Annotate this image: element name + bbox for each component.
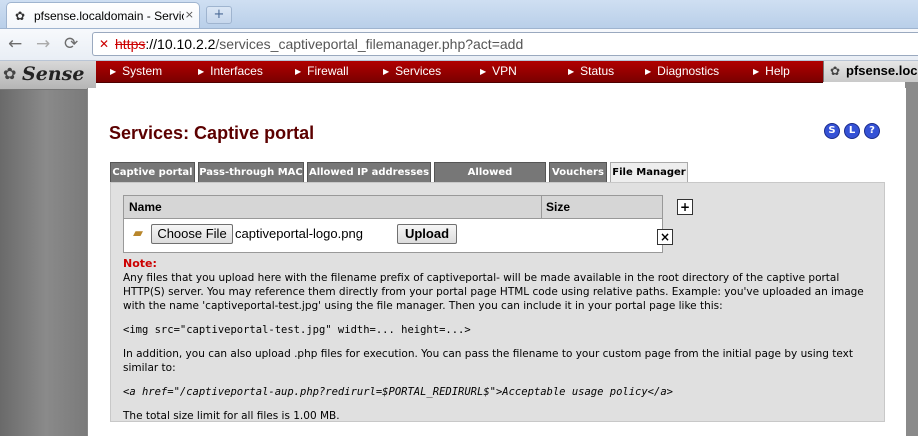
back-icon[interactable]: ← [8,34,22,54]
menu-arrow-icon: ▶ [383,67,390,76]
note-paragraph-1: Any files that you upload here with the … [123,272,864,312]
host-gear-icon: ✿ [830,64,841,78]
menu-interfaces[interactable]: ▶ Interfaces [198,64,263,78]
note-code-1: <img src="captiveportal-test.jpg" width=… [123,324,471,336]
menu-status[interactable]: ▶ Status [568,64,614,78]
address-url: https://10.10.2.2/services_captiveportal… [115,36,523,52]
table-header: Name Size [124,196,662,219]
browser-tabstrip: ✿ pfsense.localdomain - Services: Capt ×… [0,0,918,29]
header-divider [541,196,542,218]
menu-arrow-icon: ▶ [645,67,652,76]
menu-label: Help [765,64,790,78]
file-table: Name Size ▰ Choose File captiveportal-lo… [123,195,663,253]
url-host: ://10.10.2.2 [145,36,216,52]
folder-icon: ▰ [133,226,143,241]
note-code-2: <a href="/captiveportal-aup.php?redirurl… [123,386,673,398]
menu-services[interactable]: ▶ Services [383,64,441,78]
logo-text: Sense [22,63,85,85]
menu-label: Diagnostics [657,64,720,78]
new-tab-button[interactable]: + [206,6,232,24]
notes-section: Note: Any files that you upload here wit… [123,257,878,423]
menu-help[interactable]: ▶ Help [753,64,790,78]
webpage: ✿ Sense ▶ System ▶ Interfaces ▶ Firewall ▶ S… [0,61,918,436]
pfsense-gear-icon: ✿ [3,64,17,83]
tab-allowed-hostnames[interactable]: Allowed Hostnames [434,162,546,197]
pfsense-logo[interactable]: ✿ Sense [0,61,96,90]
log-shortcut-icon[interactable]: L [844,123,860,139]
page-background [905,61,918,436]
insecure-lock-icon[interactable]: ✕ [99,37,109,51]
menu-arrow-icon: ▶ [568,67,575,76]
url-path: /services_captiveportal_filemanager.php?… [215,36,524,52]
menu-label: Interfaces [210,64,263,78]
column-size-header: Size [546,200,571,214]
menu-label: Services [395,64,442,78]
menu-diagnostics[interactable]: ▶ Diagnostics [645,64,719,78]
browser-tab[interactable]: ✿ pfsense.localdomain - Services: Capt × [6,2,200,28]
menu-label: System [122,64,163,78]
hostname: pfsense.loc [846,63,918,78]
choose-file-button[interactable]: Choose File [151,224,233,244]
menu-arrow-icon: ▶ [198,67,205,76]
tab-allowed-ip-addresses[interactable]: Allowed IP addresses [307,162,431,182]
tab-vouchers[interactable]: Vouchers [549,162,607,182]
browser-toolbar: ← → ⟳ ✕ https://10.10.2.2/services_capti… [0,29,918,61]
tab-captive-portal[interactable]: Captive portal [110,162,195,182]
menu-label: Firewall [307,64,349,78]
menu-label: Status [580,64,615,78]
note-paragraph-3: The total size limit for all files is 1.… [123,410,340,422]
hostname-box: ✿ pfsense.loc [823,61,918,82]
note-paragraph-2: In addition, you can also upload .php fi… [123,348,853,374]
help-icons: S L? [824,123,884,139]
menu-arrow-icon: ▶ [110,67,117,76]
menu-label: VPN [492,64,517,78]
tab-file-manager[interactable]: File Manager [610,162,688,183]
content-area: Services: Captive portal S L? Captive por… [87,88,906,436]
add-file-icon[interactable]: + [677,199,693,215]
page-title: Services: Captive portal [109,123,315,143]
note-label: Note: [123,257,157,270]
browser-tab-title: pfsense.localdomain - Services: Capt [34,9,184,23]
menu-system[interactable]: ▶ System [110,64,162,78]
url-scheme: https [115,36,146,52]
menu-arrow-icon: ▶ [753,67,760,76]
menu-firewall[interactable]: ▶ Firewall [295,64,349,78]
forward-icon[interactable]: → [36,34,50,54]
menu-arrow-icon: ▶ [295,67,302,76]
pfsense-favicon-icon: ✿ [15,9,26,23]
selected-file-name: captiveportal-logo.png [235,226,363,241]
tab-pass-through-mac[interactable]: Pass-through MAC [198,162,304,182]
main-menu: ▶ System ▶ Interfaces ▶ Firewall ▶ Services … [96,61,823,83]
upload-button[interactable]: Upload [397,224,457,244]
delete-file-icon[interactable]: × [657,229,673,245]
reload-icon[interactable]: ⟳ [64,34,78,54]
menu-vpn[interactable]: ▶ VPN [480,64,517,78]
status-shortcut-icon[interactable]: S [824,123,840,139]
file-manager-panel: Name Size ▰ Choose File captiveportal-lo… [110,182,885,422]
menu-arrow-icon: ▶ [480,67,487,76]
tab-close-icon[interactable]: × [185,8,194,21]
column-name-header: Name [129,200,162,214]
address-bar[interactable]: ✕ https://10.10.2.2/services_captiveport… [92,32,918,56]
help-icon[interactable]: ? [864,123,880,139]
